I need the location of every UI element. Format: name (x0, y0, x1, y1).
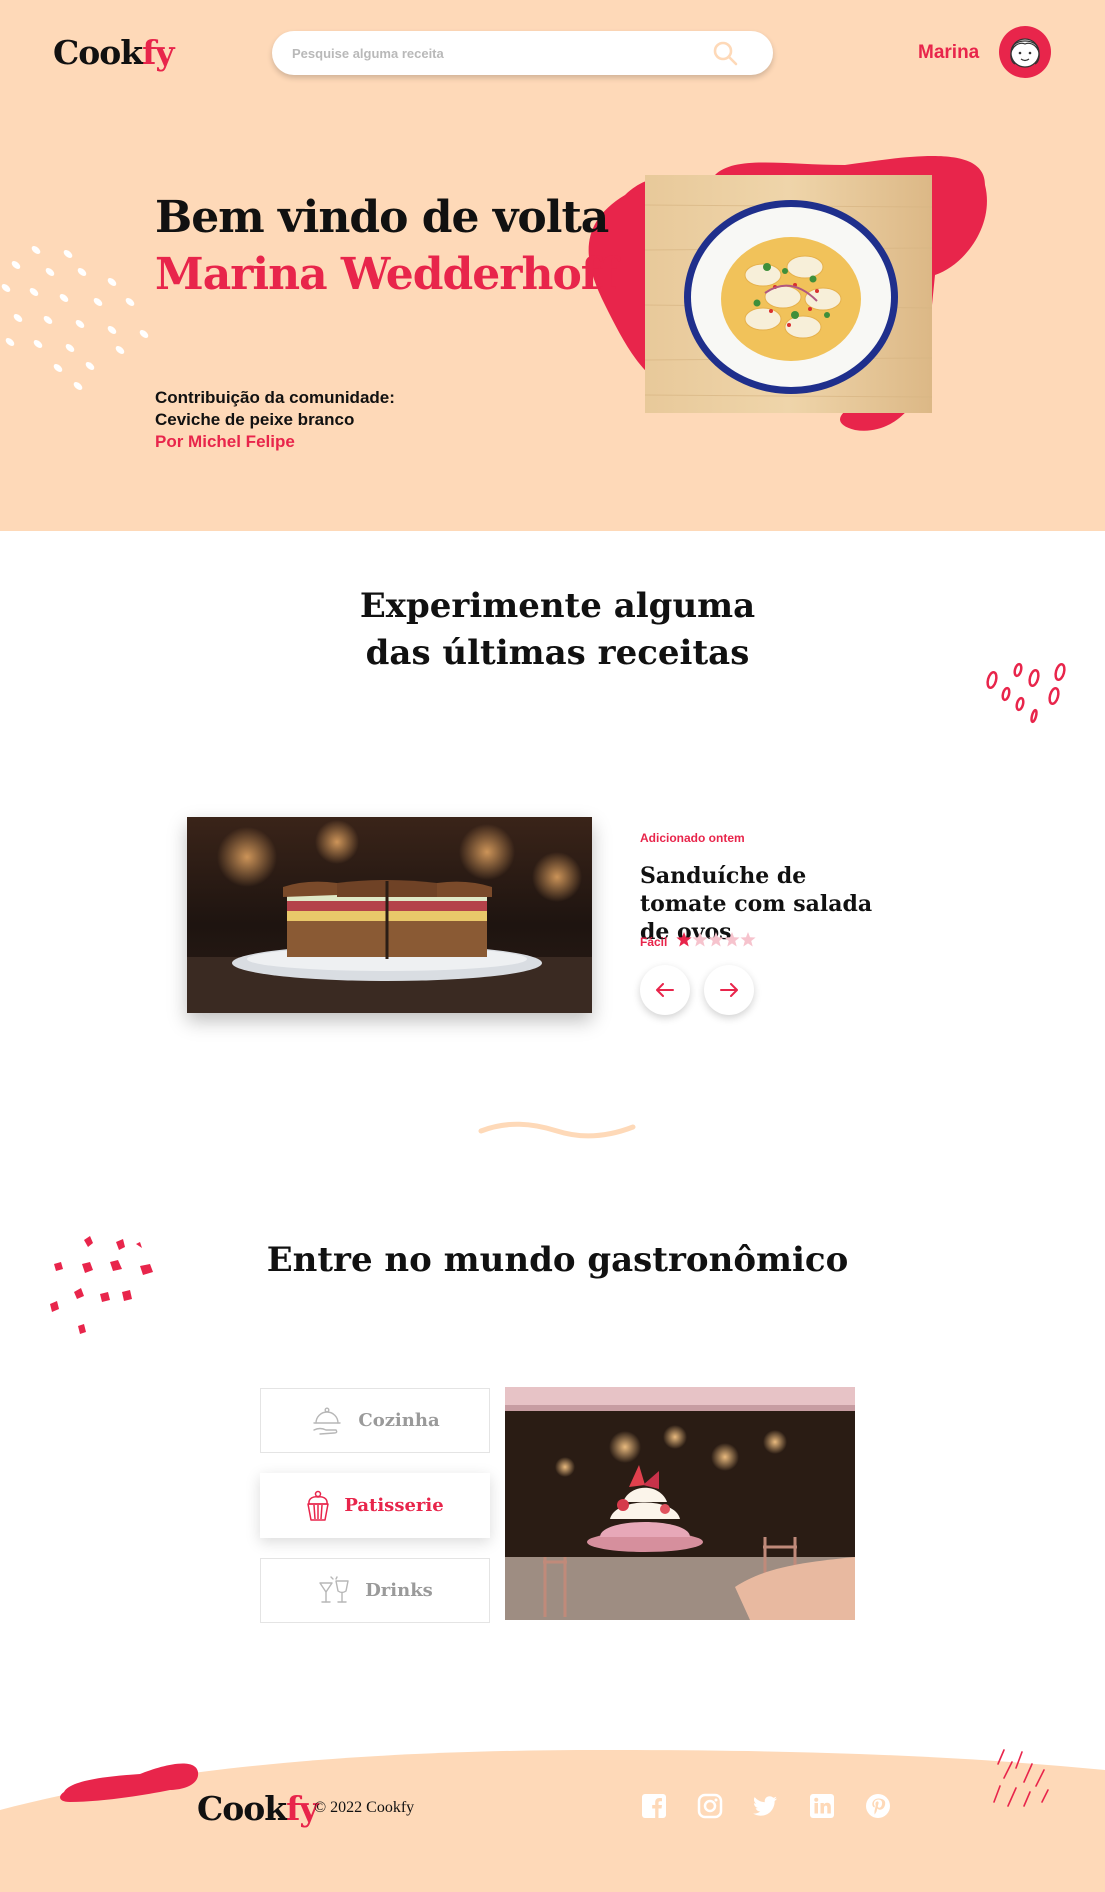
category-cozinha[interactable]: Cozinha (260, 1388, 490, 1453)
pinterest-icon[interactable] (864, 1792, 892, 1820)
category-label-cozinha: Cozinha (358, 1410, 440, 1431)
category-patisserie[interactable]: Patisserie (260, 1473, 490, 1538)
serving-cloche-icon (313, 1407, 342, 1435)
latest-title-line2: das últimas receitas (365, 633, 750, 673)
welcome-heading: Bem vindo de volta (155, 192, 609, 243)
contribution-label: Contribuição da comunidade: (155, 388, 395, 407)
sandwich-photo[interactable] (187, 817, 592, 1013)
latest-recipes-title: Experimente alguma das últimas receitas (0, 583, 1105, 677)
hero-section: Cookfy Marina Bem vindo de volta Marina … (0, 0, 1105, 531)
contribution-author[interactable]: Por Michel Felipe (155, 431, 395, 453)
star-empty-icon (740, 932, 756, 947)
footer-logo[interactable]: Cookfy (197, 1789, 319, 1828)
recipe-difficulty: Fácil (640, 935, 668, 949)
decorative-wave (478, 1121, 636, 1139)
user-avatar-icon (1010, 38, 1040, 68)
search-input[interactable] (292, 43, 692, 63)
arrow-left-icon (656, 983, 674, 997)
footer-logo-text-cook: Cook (197, 1789, 287, 1828)
logo-text-fy: fy (142, 33, 174, 72)
cupcake-icon (307, 1490, 330, 1521)
world-section-title: Entre no mundo gastronômico (266, 1240, 849, 1280)
copyright-text: © 2022 Cookfy (314, 1799, 415, 1816)
recipe-added-date: Adicionado ontem (640, 831, 745, 845)
star-empty-icon (708, 932, 724, 947)
footer-logo-text-fy: fy (286, 1789, 318, 1828)
header-logo[interactable]: Cookfy (53, 33, 175, 72)
community-contribution: Contribuição da comunidade: Ceviche de p… (155, 387, 395, 453)
search-icon[interactable] (712, 40, 738, 66)
facebook-icon[interactable] (640, 1792, 668, 1820)
logo-text-cook: Cook (53, 33, 143, 72)
user-name[interactable]: Marina (918, 42, 979, 64)
category-label-drinks: Drinks (365, 1580, 433, 1601)
welcome-user-name: Marina Wedderhoff (155, 249, 618, 300)
carousel-next-button[interactable] (704, 965, 754, 1015)
twitter-icon[interactable] (751, 1792, 779, 1820)
decorative-white-dots (1, 246, 149, 390)
avatar[interactable] (999, 26, 1051, 78)
latest-title-line1: Experimente alguma (359, 586, 756, 626)
star-filled-icon (676, 932, 692, 947)
category-drinks[interactable]: Drinks (260, 1558, 490, 1623)
linkedin-icon[interactable] (808, 1792, 836, 1820)
carousel-prev-button[interactable] (640, 965, 690, 1015)
ceviche-photo[interactable] (645, 175, 932, 413)
star-empty-icon (724, 932, 740, 947)
footer-background (0, 1749, 1105, 1892)
cocktail-glasses-icon (319, 1575, 349, 1603)
star-empty-icon (692, 932, 708, 947)
search-bar (272, 31, 773, 75)
instagram-icon[interactable] (696, 1792, 724, 1820)
rating-stars (676, 932, 756, 947)
contribution-recipe-link[interactable]: Ceviche de peixe branco (155, 409, 395, 431)
patisserie-photo[interactable] (505, 1387, 855, 1620)
category-label-patisserie: Patisserie (344, 1495, 444, 1516)
arrow-right-icon (720, 983, 738, 997)
